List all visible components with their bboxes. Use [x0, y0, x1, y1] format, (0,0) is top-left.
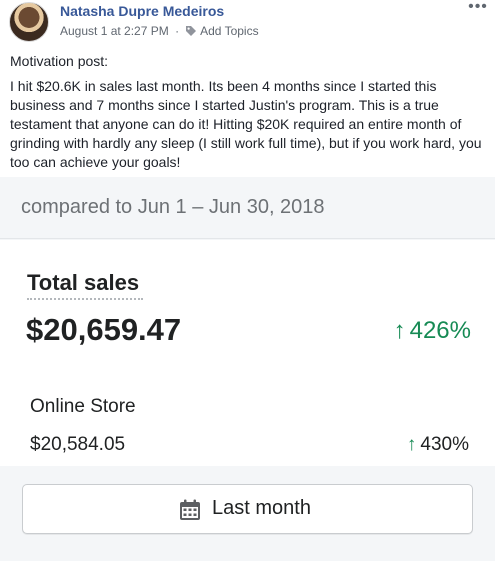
- post-paragraph-intro: Motivation post:: [10, 53, 109, 69]
- post-meta: August 1 at 2:27 PM · Add Topics: [60, 24, 259, 38]
- date-range-bar: Last month: [0, 466, 495, 561]
- total-sales-underline: [27, 298, 143, 300]
- post-paragraph-main: I hit $20.6K in sales last month. Its be…: [10, 78, 482, 170]
- post-timestamp[interactable]: August 1 at 2:27 PM: [60, 24, 169, 38]
- total-sales-label[interactable]: Total sales: [27, 270, 139, 296]
- author-avatar[interactable]: [9, 2, 49, 42]
- online-store-change-value: 430%: [420, 434, 469, 455]
- sales-screenshot: compared to Jun 1 – Jun 30, 2018 Total s…: [0, 177, 495, 561]
- total-sales-change-value: 426%: [409, 317, 471, 344]
- date-range-button[interactable]: Last month: [22, 484, 473, 534]
- total-sales-change: ↑ 426%: [394, 317, 471, 345]
- up-arrow-icon: ↑: [393, 317, 406, 344]
- meta-separator: ·: [175, 24, 180, 38]
- comparison-header: compared to Jun 1 – Jun 30, 2018: [0, 177, 495, 239]
- post-header: Natasha Dupre Medeiros August 1 at 2:27 …: [0, 0, 495, 46]
- more-options-icon[interactable]: •••: [467, 0, 489, 18]
- author-name[interactable]: Natasha Dupre Medeiros: [60, 3, 224, 19]
- post-text: Motivation post: I hit $20.6K in sales l…: [10, 52, 488, 178]
- tag-icon: [186, 26, 197, 36]
- add-topics-button[interactable]: Add Topics: [185, 24, 259, 38]
- online-store-label: Online Store: [30, 396, 136, 417]
- calendar-icon: [180, 499, 200, 520]
- up-arrow-icon: ↑: [406, 434, 417, 455]
- date-range-label: Last month: [212, 497, 311, 519]
- comparison-period: compared to Jun 1 – Jun 30, 2018: [21, 196, 325, 218]
- sales-card: Total sales $20,659.47 ↑ 426% Online Stor…: [0, 240, 495, 466]
- online-store-value: $20,584.05: [30, 434, 126, 455]
- add-topics-label: Add Topics: [200, 24, 259, 38]
- total-sales-value: $20,659.47: [26, 312, 182, 347]
- online-store-change: ↑ 430%: [407, 434, 469, 456]
